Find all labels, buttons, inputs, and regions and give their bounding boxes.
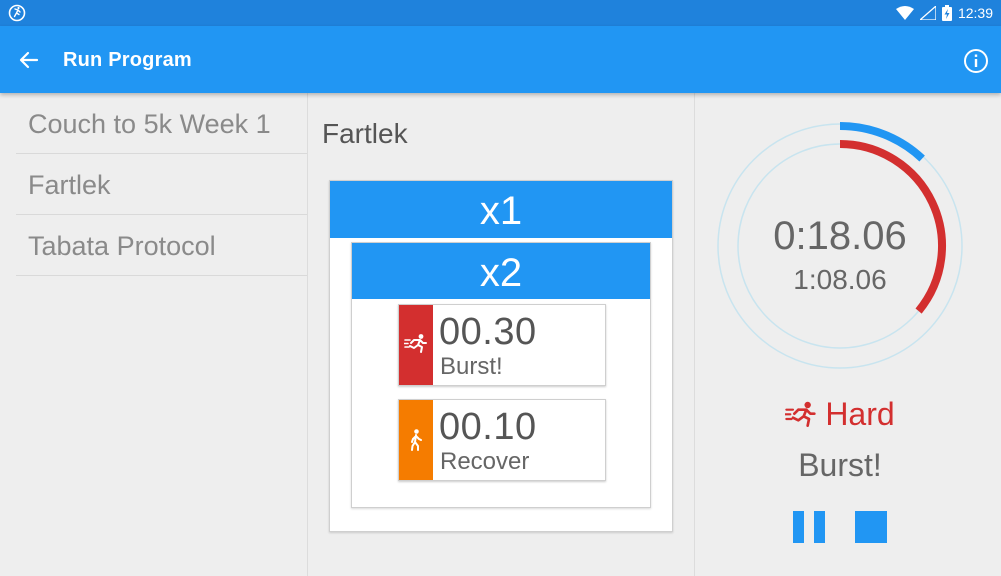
step-color-stripe bbox=[399, 305, 433, 385]
repeat-block-outer: x1 x2 00.30 Burst! 00.10 Recover bbox=[329, 180, 673, 532]
app-bar: Run Program bbox=[0, 26, 1001, 93]
program-item-fartlek[interactable]: Fartlek bbox=[16, 154, 307, 215]
program-item-couch-to-5k[interactable]: Couch to 5k Week 1 bbox=[16, 93, 307, 154]
elapsed-time: 0:18.06 bbox=[773, 214, 907, 258]
walk-icon bbox=[411, 429, 422, 451]
page-title: Run Program bbox=[63, 49, 192, 71]
pane-divider-left bbox=[307, 93, 308, 576]
program-title: Fartlek bbox=[322, 118, 408, 149]
repeat-block-inner: x2 00.30 Burst! 00.10 Recover bbox=[351, 242, 651, 508]
sprint-icon bbox=[785, 401, 816, 427]
stop-icon[interactable] bbox=[855, 511, 887, 543]
repeat-count-inner: x2 bbox=[352, 243, 650, 299]
step-label: Burst! bbox=[440, 353, 503, 380]
signal-icon bbox=[919, 6, 936, 20]
intensity-label: Hard bbox=[825, 396, 895, 432]
pane-divider-right bbox=[694, 93, 695, 576]
app-running-icon bbox=[8, 4, 26, 22]
arrow-back-icon[interactable] bbox=[14, 46, 44, 74]
pause-icon[interactable] bbox=[793, 511, 825, 543]
step-color-stripe bbox=[399, 400, 433, 480]
current-step-label: Burst! bbox=[798, 447, 882, 483]
sprint-icon bbox=[404, 334, 427, 353]
intensity-indicator: Hard bbox=[712, 396, 968, 433]
wifi-icon bbox=[895, 6, 914, 20]
program-item-tabata[interactable]: Tabata Protocol bbox=[16, 215, 307, 276]
battery-charging-icon bbox=[941, 5, 952, 21]
step-duration: 00.30 bbox=[439, 311, 537, 353]
status-time: 12:39 bbox=[957, 5, 993, 21]
step-card-recover[interactable]: 00.10 Recover bbox=[398, 399, 606, 481]
repeat-count-outer: x1 bbox=[330, 181, 672, 238]
step-label: Recover bbox=[440, 448, 530, 475]
info-icon[interactable] bbox=[963, 48, 989, 74]
step-card-burst[interactable]: 00.30 Burst! bbox=[398, 304, 606, 386]
step-duration: 00.10 bbox=[439, 406, 537, 448]
timer-dial: 0:18.06 1:08.06 bbox=[712, 118, 968, 374]
status-bar: 12:39 bbox=[0, 0, 1001, 26]
total-time: 1:08.06 bbox=[793, 264, 887, 295]
program-list: Couch to 5k Week 1 Fartlek Tabata Protoc… bbox=[16, 93, 307, 276]
